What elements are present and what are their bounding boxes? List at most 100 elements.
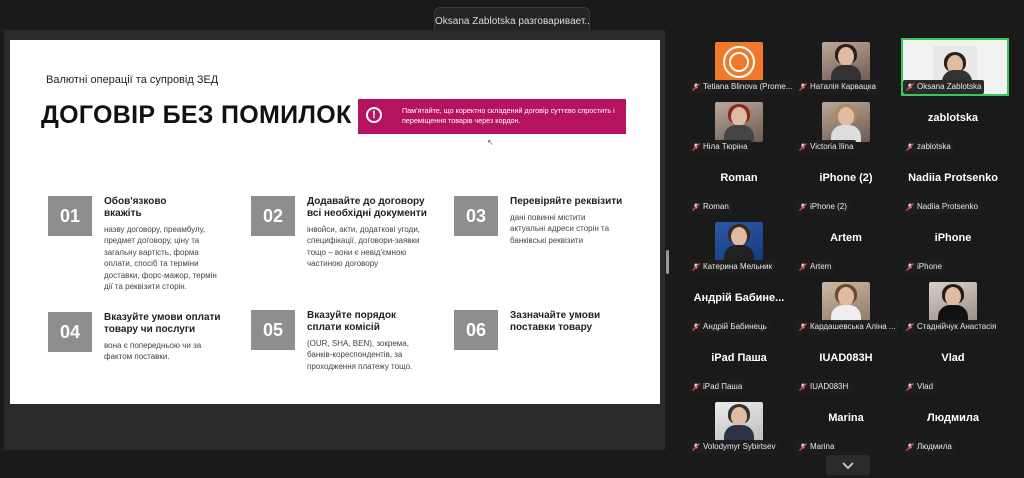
participant-tile[interactable]: Roman Roman [689,160,789,215]
avatar [715,222,763,262]
participant-name: Volodymyr Sybirtsev [689,440,779,454]
participant-name: Vlad [903,380,937,394]
avatar [715,402,763,442]
avatar [715,42,763,82]
mic-off-icon [692,83,700,91]
participant-tile[interactable]: zablotska zablotska [903,100,1003,155]
avatar [933,46,977,80]
avatar [929,282,977,322]
mic-off-icon [692,203,700,211]
step-title: Зазначайте умови поставки товару [510,310,601,333]
avatar [822,282,870,322]
participant-name: IUAD083H [796,380,852,394]
participant-name: iPad Паша [689,380,746,394]
participant-display-name: iPad Паша [711,352,767,364]
participant-name: Oksana Zablotska [903,80,985,94]
mic-off-icon [692,443,700,451]
avatar [715,102,763,142]
step-description: дані повинні містити актуальні адреси ст… [510,213,610,245]
mic-off-icon [906,323,914,331]
step-title: Вказуйте умови оплати товару чи послуги [104,312,221,335]
participant-tile[interactable]: Vlad Vlad [903,340,1003,395]
participant-name: Ніла Тюріна [689,140,751,154]
mic-off-icon [799,383,807,391]
step-number: 01 [48,196,92,236]
participant-name: Стаднійчук Анастасія [903,320,1000,334]
participant-tile[interactable]: Volodymyr Sybirtsev [689,400,789,455]
participant-name: Людмила [903,440,955,454]
participant-display-name: Vlad [941,352,965,364]
participant-display-name: Marina [828,412,864,424]
participant-tile[interactable]: Катерина Мельник [689,220,789,275]
participant-tile[interactable]: iPhone iPhone [903,220,1003,275]
participant-tile[interactable]: Андрій Бабине... Андрій Бабинець [689,280,789,335]
participant-tile[interactable]: Tetiana Blinova (Prome... [689,40,796,95]
participant-name: Катерина Мельник [689,260,776,274]
participant-name: Tetiana Blinova (Prome... [689,80,796,94]
mic-off-icon [799,323,807,331]
mic-off-icon [692,263,700,271]
mic-off-icon [906,203,914,211]
participant-display-name: Людмила [927,412,979,424]
participant-name: Наталія Карвацка [796,80,879,94]
mic-off-icon [799,263,807,271]
mic-off-icon [906,443,914,451]
participant-tile[interactable]: Artem Artem [796,220,896,275]
participant-display-name: Андрій Бабине... [693,292,785,304]
step-description: (OUR, SHA, BEN), зокрема, банків-кореспо… [307,339,413,371]
participant-tile[interactable]: Nadiia Protsenko Nadiia Protsenko [903,160,1003,215]
mic-off-icon [692,143,700,151]
scroll-down-button[interactable] [826,455,870,475]
step-title: Перевіряйте реквізити [510,196,623,207]
participant-name: Artem [796,260,835,274]
step-description: назву договору, преамбулу, предмет догов… [104,225,217,292]
participant-name: Marina [796,440,838,454]
participant-tile[interactable]: Ніла Тюріна [689,100,789,155]
alert-circle-icon: ! [366,107,382,123]
participant-tile[interactable]: Кардашевська Аліна ... [796,280,899,335]
step-number: 05 [251,310,295,350]
participant-tile[interactable]: IUAD083H IUAD083H [796,340,896,395]
mic-off-icon [799,203,807,211]
participant-name: Roman [689,200,732,214]
participant-display-name: Nadiia Protsenko [908,172,998,184]
participant-tile[interactable]: Людмила Людмила [903,400,1003,455]
participant-tile[interactable]: iPhone (2) iPhone (2) [796,160,896,215]
presentation-slide: Валютні операції та супровід ЗЕД ДОГОВІР… [10,40,660,404]
participant-tile[interactable]: iPad Паша iPad Паша [689,340,789,395]
participant-tile[interactable]: Стаднійчук Анастасія [903,280,1003,335]
step-number: 06 [454,310,498,350]
participant-tile[interactable]: Наталія Карвацка [796,40,896,95]
step-description: інвойси, акти, додаткові угоди, специфік… [307,225,421,269]
participant-tile-active-speaker[interactable]: Oksana Zablotska [901,38,1009,96]
mic-off-icon [906,383,914,391]
participant-tile[interactable]: Victoria Ilina [796,100,896,155]
participant-display-name: IUAD083H [819,352,873,364]
step-title: Вказуйте порядок сплати комісій [307,310,396,333]
participant-name: Андрій Бабинець [689,320,770,334]
mic-off-icon [906,83,914,91]
mic-off-icon [906,143,914,151]
mic-off-icon [799,443,807,451]
participant-display-name: zablotska [927,112,979,124]
participant-name: iPhone [903,260,945,274]
slide-headline: ДОГОВІР БЕЗ ПОМИЛОК [41,101,352,129]
avatar [822,42,870,82]
step-title: Додавайте до договору всі необхідні доку… [307,196,427,219]
step-number: 03 [454,196,498,236]
step-number: 04 [48,312,92,352]
mouse-cursor-icon: ↖ [487,138,494,147]
mic-off-icon [906,263,914,271]
note-text: Пам'ятайте, що коректно складений догові… [402,106,615,125]
mic-off-icon [799,143,807,151]
participant-name: zablotska [903,140,954,154]
step-number: 02 [251,196,295,236]
mic-off-icon [799,83,807,91]
mic-off-icon [692,323,700,331]
chevron-down-icon [842,462,854,470]
participant-name: Кардашевська Аліна ... [796,320,899,334]
participant-tile[interactable]: Marina Marina [796,400,896,455]
participant-display-name: iPhone [934,232,972,244]
mic-off-icon [692,383,700,391]
panel-resize-handle[interactable] [666,250,669,274]
